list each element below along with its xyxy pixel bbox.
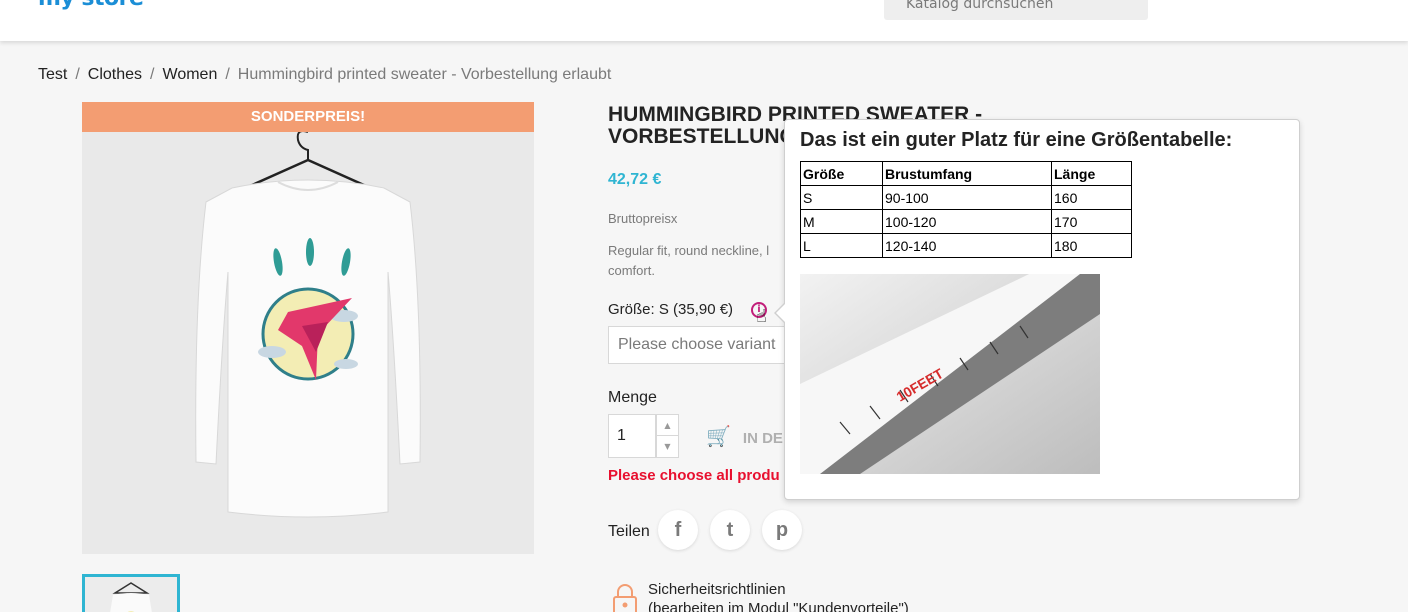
table-cell: 180 xyxy=(1051,233,1132,258)
table-cell: M xyxy=(800,209,883,234)
share-label: Teilen xyxy=(608,523,650,540)
table-cell: 170 xyxy=(1051,209,1132,234)
breadcrumb-separator: / xyxy=(225,66,230,83)
error-message: Please choose all produ xyxy=(608,467,780,484)
breadcrumb-separator: / xyxy=(150,66,155,83)
popover-arrow-inner xyxy=(776,303,786,323)
table-cell: 90-100 xyxy=(882,185,1052,210)
product-thumbnail[interactable] xyxy=(82,574,180,612)
table-row: S 90-100 160 xyxy=(800,185,1132,210)
table-row: L 120-140 180 xyxy=(800,233,1132,258)
tax-label: Bruttopreisx xyxy=(608,211,678,226)
product-price: 42,72 € xyxy=(608,171,662,188)
breadcrumb-item-clothes[interactable]: Clothes xyxy=(88,66,142,83)
breadcrumb-current: Hummingbird printed sweater - Vorbestell… xyxy=(237,66,612,83)
reassurance-text: Sicherheitsrichtlinien (bearbeiten im Mo… xyxy=(648,580,909,612)
add-to-cart-button[interactable]: 🛒 IN DE xyxy=(706,424,783,449)
pinterest-icon[interactable]: p xyxy=(762,510,802,550)
quantity-stepper[interactable]: ▲ ▼ xyxy=(656,414,679,458)
reassurance-line1: Sicherheitsrichtlinien xyxy=(648,581,786,598)
table-row: M 100-120 170 xyxy=(800,209,1132,234)
breadcrumb-separator: / xyxy=(75,66,80,83)
sale-flag: SONDERPREIS! xyxy=(82,102,534,132)
product-cover-image[interactable] xyxy=(82,102,534,554)
table-header: Brustumfang xyxy=(882,161,1052,186)
table-cell: 120-140 xyxy=(882,233,1052,258)
size-label: Größe: S (35,90 €) xyxy=(608,301,734,318)
table-cell: 160 xyxy=(1051,185,1132,210)
table-cell: S xyxy=(800,185,883,210)
site-header: my store Katalog durchsuchen xyxy=(0,0,1408,41)
cart-icon: 🛒 xyxy=(706,426,731,448)
sweater-image xyxy=(82,102,534,554)
measuring-tape-image: 10FEET xyxy=(800,274,1100,474)
size-table: Größe Brustumfang Länge S 90-100 160 M 1… xyxy=(800,161,1132,258)
facebook-icon[interactable]: f xyxy=(658,510,698,550)
breadcrumb: Test / Clothes / Women / Hummingbird printed s… xyxy=(38,66,611,84)
table-header: Länge xyxy=(1051,161,1132,186)
reassurance-line2: (bearbeiten im Modul "Kundenvorteile") xyxy=(648,600,909,612)
store-logo[interactable]: my store xyxy=(38,0,144,11)
search-input[interactable]: Katalog durchsuchen xyxy=(884,0,1148,20)
twitter-icon[interactable]: t xyxy=(710,510,750,550)
table-cell: L xyxy=(800,233,883,258)
quantity-label: Menge xyxy=(608,389,657,406)
quantity-input[interactable]: 1 xyxy=(608,414,656,458)
breadcrumb-item-women[interactable]: Women xyxy=(163,66,218,83)
hand-cursor-icon: ☝ xyxy=(756,306,767,327)
table-header-row: Größe Brustumfang Länge xyxy=(800,161,1132,186)
table-cell: 100-120 xyxy=(882,209,1052,234)
quantity-down-icon[interactable]: ▼ xyxy=(657,436,678,457)
breadcrumb-item-test[interactable]: Test xyxy=(38,66,67,83)
product-description: Regular fit, round neckline, l comfort. xyxy=(608,243,770,278)
measuring-tape-photo: 10FEET xyxy=(800,274,1100,474)
quantity-up-icon[interactable]: ▲ xyxy=(657,415,678,436)
table-header: Größe xyxy=(800,161,883,186)
add-to-cart-label: IN DE xyxy=(742,430,783,447)
variant-select[interactable]: Please choose variant xyxy=(608,326,808,364)
lock-icon xyxy=(613,584,637,612)
popover-title: Das ist ein guter Platz für eine Größent… xyxy=(800,129,1233,151)
thumbnail-image xyxy=(110,582,152,612)
